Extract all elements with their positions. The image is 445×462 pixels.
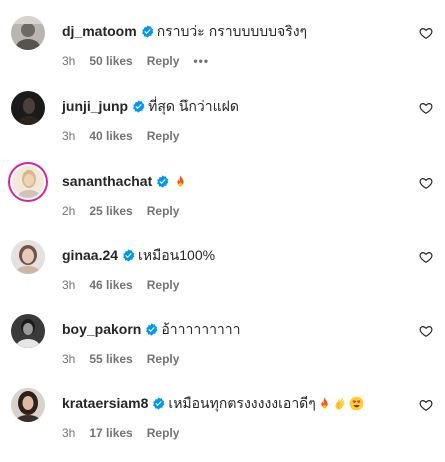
avatar[interactable] bbox=[11, 388, 45, 422]
comment-likes-count[interactable]: 55 likes bbox=[89, 352, 132, 366]
comment-item: sananthachat 2h 25 likes Reply bbox=[0, 166, 445, 240]
verified-badge-icon bbox=[146, 323, 158, 336]
comment-likes-count[interactable]: 50 likes bbox=[89, 54, 132, 68]
heart-eyes-emoji bbox=[349, 396, 364, 411]
comment-time: 3h bbox=[62, 426, 76, 440]
comment-username[interactable]: junji_junp bbox=[62, 98, 128, 114]
avatar[interactable] bbox=[11, 314, 45, 348]
comment-likes-count[interactable]: 17 likes bbox=[89, 426, 132, 440]
comment-likes-count[interactable]: 46 likes bbox=[89, 278, 132, 292]
reply-button[interactable]: Reply bbox=[147, 204, 180, 218]
comment-likes-count[interactable]: 40 likes bbox=[89, 129, 132, 143]
heart-outline-icon[interactable] bbox=[419, 398, 433, 412]
comment-item: ginaa.24 เหมือน100% 3h 46 likes Reply bbox=[0, 240, 445, 314]
comment-text: ที่สุด นึกว่าแฝด bbox=[148, 98, 239, 114]
comment-username[interactable]: ginaa.24 bbox=[62, 247, 118, 263]
reply-button[interactable]: Reply bbox=[147, 426, 180, 440]
comment-item: krataersiam8 เหมือนทุกตรงงงงงเอาดีๆ 3h 17 … bbox=[0, 388, 445, 462]
reply-button[interactable]: Reply bbox=[147, 54, 180, 68]
more-options-icon[interactable]: ••• bbox=[193, 54, 209, 68]
heart-outline-icon[interactable] bbox=[419, 176, 433, 190]
comment-time: 3h bbox=[62, 129, 76, 143]
comment-list: dj_matoom กราบว่ะ กราบบบบบจริงๆ 3h 50 like… bbox=[0, 0, 445, 455]
comment-time: 3h bbox=[62, 352, 76, 366]
comment-item: junji_junp ที่สุด นึกว่าแฝด 3h 40 likes Rep… bbox=[0, 91, 445, 165]
comment-item: dj_matoom กราบว่ะ กราบบบบบจริงๆ 3h 50 like… bbox=[0, 16, 445, 90]
clapping-hands-emoji bbox=[335, 398, 345, 410]
comment-text: เหมือนทุกตรงงงงงเอาดีๆ bbox=[168, 395, 316, 411]
verified-badge-icon bbox=[157, 175, 169, 188]
comment-username[interactable]: boy_pakorn bbox=[62, 321, 141, 337]
reply-button[interactable]: Reply bbox=[147, 352, 180, 366]
avatar[interactable] bbox=[11, 16, 45, 50]
comment-text: กราบว่ะ กราบบบบบจริงๆ bbox=[156, 23, 308, 39]
reply-button[interactable]: Reply bbox=[147, 129, 180, 143]
comment-username[interactable]: krataersiam8 bbox=[62, 395, 148, 411]
comment-text: อ้าาาาาาาาา bbox=[161, 321, 241, 337]
comment-text: เหมือน100% bbox=[138, 247, 216, 263]
verified-badge-icon bbox=[141, 25, 154, 38]
reply-button[interactable]: Reply bbox=[147, 278, 180, 292]
comment-item: boy_pakorn อ้าาาาาาาาา 3h 55 likes Reply bbox=[0, 314, 445, 388]
avatar[interactable] bbox=[11, 91, 45, 125]
heart-outline-icon[interactable] bbox=[419, 26, 433, 40]
heart-outline-icon[interactable] bbox=[419, 101, 433, 115]
comment-time: 3h bbox=[62, 54, 76, 68]
fire-emoji bbox=[177, 175, 184, 187]
comment-time: 3h bbox=[62, 278, 76, 292]
avatar-story-ring[interactable] bbox=[12, 166, 44, 198]
verified-badge-icon bbox=[123, 249, 135, 262]
verified-badge-icon bbox=[153, 397, 165, 410]
verified-badge-icon bbox=[133, 100, 145, 113]
comment-username[interactable]: sananthachat bbox=[62, 173, 152, 189]
heart-outline-icon[interactable] bbox=[419, 250, 433, 264]
heart-outline-icon[interactable] bbox=[419, 324, 433, 338]
comment-time: 2h bbox=[62, 204, 76, 218]
fire-emoji bbox=[321, 397, 328, 409]
avatar[interactable] bbox=[11, 240, 45, 274]
comment-username[interactable]: dj_matoom bbox=[62, 23, 137, 39]
comment-likes-count[interactable]: 25 likes bbox=[89, 204, 132, 218]
